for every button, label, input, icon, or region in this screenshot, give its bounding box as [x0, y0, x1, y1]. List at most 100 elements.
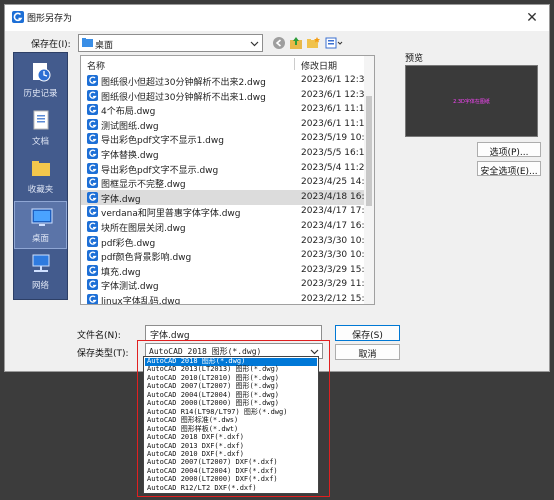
file-date: 2023/6/1 12:39: [301, 75, 371, 85]
file-row[interactable]: pdf彩色.dwg 2023/3/30 10:55: [81, 234, 374, 249]
file-name-label: 文件名(N):: [77, 331, 121, 341]
save-in-value: 桌面: [95, 41, 114, 51]
dwg-file-icon: [87, 279, 98, 291]
options-button[interactable]: 选项(P)...: [477, 142, 541, 158]
column-divider[interactable]: [294, 58, 295, 70]
file-row[interactable]: 字体.dwg 2023/4/18 16:52: [81, 189, 374, 205]
place-history[interactable]: 历史记录: [14, 57, 67, 105]
place-label: 历史记录: [23, 89, 58, 99]
view-menu-icon[interactable]: [325, 36, 343, 50]
dwg-file-icon: [87, 89, 98, 101]
vertical-scrollbar[interactable]: [364, 56, 374, 304]
documents-icon: [33, 110, 49, 130]
dwg-file-icon: [87, 235, 98, 247]
preview-label: 预览: [405, 54, 424, 64]
file-name: 图框显示不完整.dwg: [101, 180, 186, 191]
file-row[interactable]: 图纸很小但超过30分钟解析不出来1.dwg 2023/6/1 12:36: [81, 88, 370, 103]
save-as-dialog: 图形另存为 ✕ 保存在(I): 桌面 历史记录 文档 收藏夹 桌面 网络 名称 …: [4, 4, 550, 372]
file-name: verdana和阿里普惠字体字体.dwg: [101, 209, 241, 220]
dwg-file-icon: [87, 118, 98, 130]
new-folder-icon[interactable]: [306, 36, 320, 50]
file-name: 图纸很小但超过30分钟解析不出来1.dwg: [101, 92, 266, 103]
dwg-file-icon: [87, 104, 98, 116]
horizontal-scrollbar[interactable]: [80, 305, 375, 315]
scroll-thumb[interactable]: [366, 96, 372, 206]
preview-pane: 2.3D字体在图纸: [405, 65, 538, 137]
desktop-icon: [31, 208, 53, 226]
file-date: 2023/6/1 11:14: [301, 104, 371, 115]
file-name: pdf颜色背景影响.dwg: [101, 253, 192, 264]
preview-caption: 2.3D字体在图纸: [453, 99, 490, 105]
file-name: 4个布局.dwg: [101, 107, 156, 118]
dwg-file-icon: [87, 206, 98, 218]
file-date: 2023/6/1 11:12: [301, 118, 371, 129]
dwg-file-icon: [87, 264, 98, 276]
dwg-file-icon: [87, 221, 98, 232]
file-type-label: 保存类型(T):: [77, 349, 129, 359]
file-row[interactable]: 填充.dwg 2023/3/29 15:21: [81, 263, 374, 278]
place-network[interactable]: 网络: [14, 249, 67, 297]
file-row[interactable]: 导出彩色pdf文字不显示1.dwg 2023/5/19 10:43: [81, 131, 374, 147]
file-name: 填充.dwg: [101, 267, 141, 278]
dialog-title: 图形另存为: [27, 14, 73, 24]
file-row[interactable]: pdf颜色背景影响.dwg 2023/3/30 10:19: [81, 248, 374, 264]
place-documents[interactable]: 文档: [14, 105, 67, 153]
file-row[interactable]: linux字体乱码.dwg 2023/2/12 15:30: [81, 292, 374, 305]
security-options-button[interactable]: 安全选项(E)...: [477, 161, 541, 177]
column-header-name[interactable]: 名称: [87, 56, 105, 72]
place-favorites[interactable]: 收藏夹: [14, 153, 67, 201]
file-row[interactable]: 4个布局.dwg 2023/6/1 11:14: [81, 102, 370, 118]
dwg-file-icon: [87, 133, 98, 145]
desktop-folder-icon: [82, 38, 93, 47]
file-row[interactable]: 字体替换.dwg 2023/5/5 16:15: [81, 146, 370, 161]
dwg-file-icon: [87, 162, 98, 174]
file-date: 2023/6/1 12:36: [301, 89, 371, 100]
save-in-combo[interactable]: 桌面: [78, 34, 263, 52]
file-list[interactable]: 名称 修改日期 图纸很小但超过30分钟解析不出来2.dwg 2023/6/1 12…: [80, 55, 375, 305]
dwg-file-icon: [87, 294, 98, 304]
file-row[interactable]: 图框显示不完整.dwg 2023/4/25 14:21: [81, 175, 374, 191]
place-label: 网络: [31, 281, 49, 291]
network-icon: [32, 254, 50, 272]
history-icon: [33, 63, 51, 82]
up-folder-icon[interactable]: [289, 36, 303, 50]
file-name: 图纸很小但超过30分钟解析不出来2.dwg: [101, 78, 266, 88]
file-name-field[interactable]: 字体.dwg: [145, 325, 322, 341]
place-label: 桌面: [31, 234, 49, 244]
close-button[interactable]: ✕: [515, 5, 549, 31]
file-name: 测试图纸.dwg: [101, 121, 159, 132]
dwg-file-icon: [87, 191, 98, 203]
highlight-box: [137, 340, 330, 497]
file-row[interactable]: 导出彩色pdf文字不显示.dwg 2023/5/4 11:25: [81, 161, 370, 176]
places-bar: 历史记录 文档 收藏夹 桌面 网络: [13, 52, 68, 300]
file-row[interactable]: 图纸很小但超过30分钟解析不出来2.dwg 2023/6/1 12:39: [81, 73, 370, 88]
file-date: 2023/5/5 16:15: [301, 148, 371, 158]
file-name: 导出彩色pdf文字不显示.dwg: [101, 165, 219, 176]
place-label: 收藏夹: [27, 185, 54, 195]
file-name: 字体.dwg: [101, 194, 141, 205]
file-name: 块所在图层关闭.dwg: [101, 224, 186, 234]
save-in-label: 保存在(I):: [31, 40, 71, 50]
place-label: 文档: [31, 137, 49, 147]
file-row[interactable]: 块所在图层关闭.dwg 2023/4/17 16:33: [81, 219, 374, 234]
dwg-file-icon: [87, 148, 98, 159]
dwg-file-icon: [87, 177, 98, 189]
dwg-file-icon: [87, 250, 98, 262]
favorites-folder-icon: [32, 161, 50, 176]
chevron-down-icon: [250, 41, 259, 47]
file-row[interactable]: 字体测试.dwg 2023/3/29 11:45: [81, 277, 374, 293]
title-bar: 图形另存为 ✕: [5, 5, 549, 31]
file-row[interactable]: 测试图纸.dwg 2023/6/1 11:12: [81, 117, 370, 132]
place-desktop[interactable]: 桌面: [14, 201, 67, 249]
back-icon[interactable]: [272, 36, 286, 50]
file-name: 字体替换.dwg: [101, 151, 159, 161]
app-logo-icon: [12, 11, 24, 23]
column-header-date[interactable]: 修改日期: [301, 56, 337, 72]
file-name: linux字体乱码.dwg: [101, 297, 181, 305]
cancel-button[interactable]: 取消: [335, 344, 400, 360]
dwg-file-icon: [87, 75, 98, 86]
file-name: 字体测试.dwg: [101, 282, 159, 293]
file-name: 导出彩色pdf文字不显示1.dwg: [101, 136, 224, 147]
save-button[interactable]: 保存(S): [335, 325, 400, 341]
file-row[interactable]: verdana和阿里普惠字体字体.dwg 2023/4/17 17:00: [81, 204, 374, 220]
